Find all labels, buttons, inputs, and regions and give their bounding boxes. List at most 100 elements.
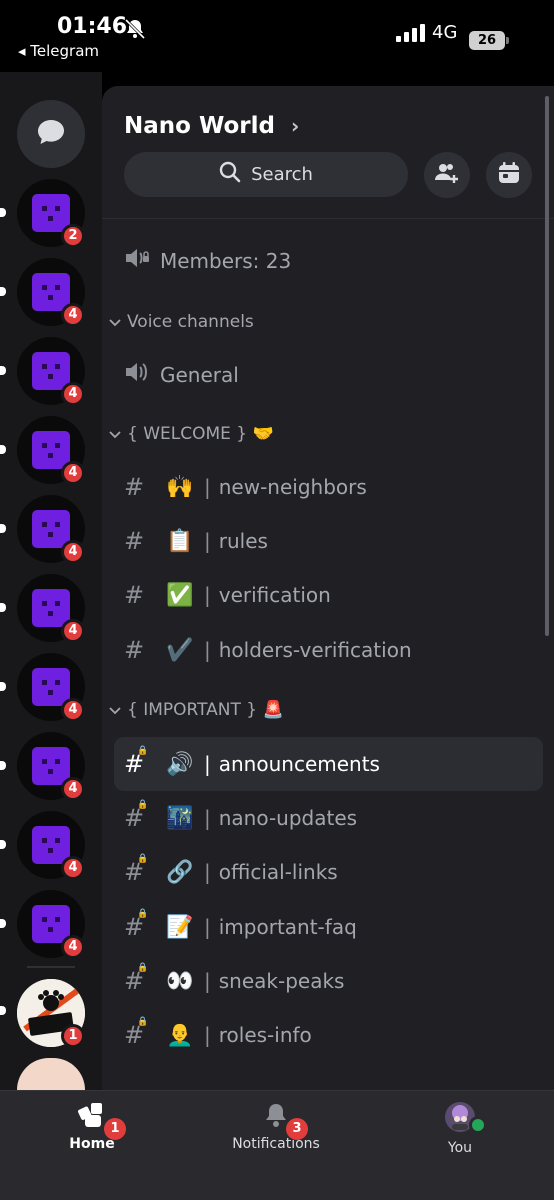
separator-bar: | <box>204 752 211 776</box>
tab-label: Home <box>69 1136 115 1152</box>
channel-announcements[interactable]: # 🔒 🔊 | announcements <box>124 737 380 791</box>
scrollbar[interactable] <box>545 96 549 636</box>
channel-rules[interactable]: # 📋 | rules <box>124 514 268 568</box>
server-icon[interactable]: 4 <box>17 337 85 406</box>
channel-important-faq[interactable]: # 🔒 📝 | important-faq <box>124 900 357 954</box>
separator-bar: | <box>204 806 211 830</box>
channel-emoji: 📝 <box>166 914 194 940</box>
server-icon[interactable]: 4 <box>17 416 85 485</box>
channel-name: announcements <box>218 752 380 776</box>
channel-emoji: 👀 <box>166 968 194 994</box>
chevron-down-icon <box>109 312 121 332</box>
channel-name: holders-verification <box>218 638 412 662</box>
separator-bar: | <box>204 529 211 553</box>
lock-icon: 🔒 <box>137 746 149 756</box>
channel-emoji: ✅ <box>166 582 194 608</box>
signal-icon <box>396 24 426 46</box>
channel-official-links[interactable]: # 🔒 🔗 | official-links <box>124 845 338 899</box>
channel-name: sneak-peaks <box>218 969 345 993</box>
home-unread-badge: 1 <box>104 1118 126 1140</box>
server-name-header[interactable]: Nano World › <box>124 113 299 139</box>
invite-members-button[interactable] <box>424 152 470 198</box>
unread-badge: 4 <box>61 461 85 485</box>
unread-badge: 4 <box>61 777 85 801</box>
notifications-badge: 3 <box>286 1118 308 1140</box>
channel-holders-verification[interactable]: # ✔️ | holders-verification <box>124 623 412 677</box>
unread-badge: 4 <box>61 856 85 880</box>
unread-badge: 4 <box>61 303 85 327</box>
speaker-lock-icon <box>124 246 150 275</box>
separator-bar: | <box>204 969 211 993</box>
events-button[interactable] <box>486 152 532 198</box>
unread-badge: 4 <box>61 619 85 643</box>
add-user-icon <box>435 162 459 188</box>
channel-emoji: 👨‍🦲 <box>166 1022 194 1048</box>
network-type: 4G <box>432 22 458 43</box>
channel-name: new-neighbors <box>218 475 367 499</box>
category-important[interactable]: { IMPORTANT } 🚨 <box>109 700 284 720</box>
tab-label: Notifications <box>232 1136 320 1152</box>
channel-emoji: 🔊 <box>166 751 194 777</box>
chevron-down-icon <box>109 424 121 444</box>
channel-name: General <box>160 362 239 387</box>
status-bar: 01:46 ◂ Telegram 4G 26 <box>0 0 554 72</box>
unread-badge: 2 <box>61 224 85 248</box>
unread-badge: 1 <box>61 1024 85 1048</box>
channel-new-neighbors[interactable]: # 🙌 | new-neighbors <box>124 460 367 514</box>
chat-bubble-icon <box>36 118 66 150</box>
locked-hash-icon: # 🔒 <box>124 909 149 941</box>
header-divider <box>102 218 554 219</box>
back-to-telegram-link[interactable]: ◂ Telegram <box>18 42 99 60</box>
separator-bar: | <box>204 583 211 607</box>
channel-emoji: ✔️ <box>166 637 194 663</box>
server-icon[interactable]: 4 <box>17 890 85 959</box>
category-label: { IMPORTANT } 🚨 <box>127 700 284 720</box>
separator-bar: | <box>204 475 211 499</box>
hash-icon: # <box>124 473 145 501</box>
hash-icon: # <box>124 581 145 609</box>
server-bad-bears[interactable]: 1 <box>17 979 85 1048</box>
locked-hash-icon: # 🔒 <box>124 963 149 995</box>
category-voice-channels[interactable]: Voice channels <box>109 312 254 332</box>
server-icon[interactable]: 4 <box>17 811 85 880</box>
separator-bar: | <box>204 638 211 662</box>
server-icon[interactable]: 4 <box>17 732 85 801</box>
server-icon[interactable]: 4 <box>17 258 85 327</box>
server-icon[interactable]: 4 <box>17 653 85 722</box>
search-button[interactable]: Search <box>124 152 408 197</box>
channel-emoji: 🙌 <box>166 474 194 500</box>
category-label: { WELCOME } 🤝 <box>127 424 274 444</box>
channel-nano-updates[interactable]: # 🔒 🌃 | nano-updates <box>124 791 357 845</box>
channel-name: important-faq <box>218 915 357 939</box>
locked-hash-icon: # 🔒 <box>124 854 149 886</box>
unread-badge: 4 <box>61 698 85 722</box>
chevron-down-icon <box>109 700 121 720</box>
members-count-label: Members: 23 <box>160 248 292 273</box>
channel-roles-info[interactable]: # 🔒 👨‍🦲 | roles-info <box>124 1008 312 1062</box>
channel-sneak-peaks[interactable]: # 🔒 👀 | sneak-peaks <box>124 954 344 1008</box>
channel-name: nano-updates <box>218 806 358 830</box>
server-icon[interactable]: 2 <box>17 179 85 248</box>
status-time: 01:46 <box>57 14 128 39</box>
separator-bar: | <box>204 915 211 939</box>
rail-separator <box>27 966 75 968</box>
category-welcome[interactable]: { WELCOME } 🤝 <box>109 424 274 444</box>
channel-emoji: 📋 <box>166 528 194 554</box>
battery-tip <box>506 37 509 44</box>
channel-name: verification <box>218 583 331 607</box>
voice-channel-general[interactable]: General <box>124 360 239 389</box>
locked-hash-icon: # 🔒 <box>124 746 149 778</box>
members-count-channel[interactable]: Members: 23 <box>124 246 291 275</box>
lock-icon: 🔒 <box>137 963 149 973</box>
server-icon[interactable]: 4 <box>17 495 85 564</box>
battery-level: 26 <box>469 31 505 50</box>
direct-messages-button[interactable] <box>17 100 85 168</box>
locked-hash-icon: # 🔒 <box>124 800 149 832</box>
tab-notifications[interactable]: Notifications 3 <box>216 1102 336 1152</box>
channel-emoji: 🌃 <box>166 805 194 831</box>
channel-verification[interactable]: # ✅ | verification <box>124 568 331 622</box>
server-icon[interactable]: 4 <box>17 574 85 643</box>
tab-you[interactable]: You <box>400 1102 520 1156</box>
unread-badge: 4 <box>61 540 85 564</box>
tab-home[interactable]: Home 1 <box>32 1102 152 1152</box>
